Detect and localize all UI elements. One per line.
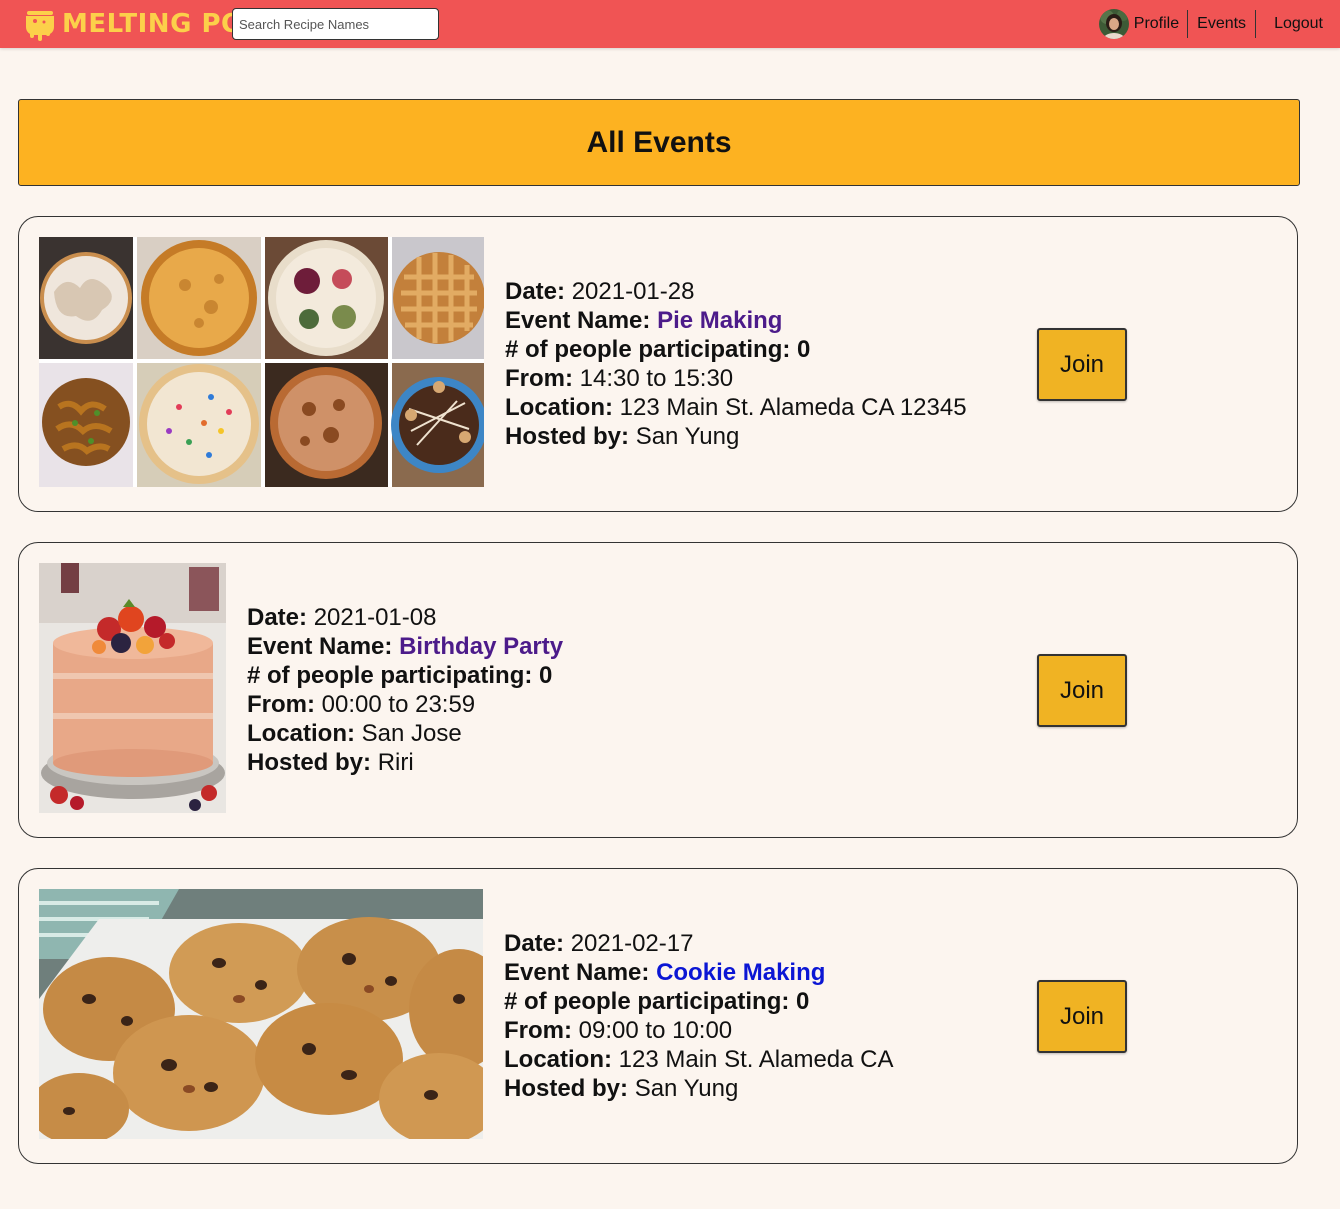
event-host: San Yung [634, 1075, 739, 1102]
event-start-time: 09:00 [578, 1017, 639, 1044]
event-details: Date: 2021-01-08 Event Name: Birthday Pa… [247, 543, 563, 837]
event-name-label: Event Name: [505, 307, 651, 334]
page-title-banner: All Events [18, 99, 1300, 186]
event-date-row: Date: 2021-01-08 [247, 603, 563, 632]
join-button[interactable]: Join [1037, 328, 1127, 401]
brand-logo[interactable]: MELTING POT [24, 6, 262, 42]
event-participants-label: # of people participating: [504, 988, 790, 1015]
event-card: Date: 2021-01-08 Event Name: Birthday Pa… [18, 542, 1298, 838]
event-name-label: Event Name: [504, 959, 650, 986]
event-location: 123 Main St. Alameda CA 12345 [619, 394, 967, 421]
event-location-label: Location: [247, 720, 355, 747]
event-participants-row: # of people participating: 0 [247, 661, 563, 690]
event-date-label: Date: [247, 604, 308, 631]
event-date: 2021-01-08 [313, 604, 437, 631]
event-host-label: Hosted by: [247, 749, 372, 776]
top-navbar: MELTING POT Profile Events Logout [0, 0, 1340, 48]
melting-pot-icon [26, 11, 54, 41]
event-participants-count: 0 [539, 662, 553, 689]
join-button[interactable]: Join [1037, 980, 1127, 1053]
event-participants-row: # of people participating: 0 [504, 987, 894, 1016]
event-time-to-label: to [388, 691, 409, 718]
event-date: 2021-02-17 [570, 930, 694, 957]
event-image-fruit-cake [39, 563, 226, 813]
search-input[interactable] [232, 8, 439, 40]
nav-events-link[interactable]: Events [1188, 15, 1255, 33]
event-name-row: Event Name: Birthday Party [247, 632, 563, 661]
event-time-row: From: 14:30 to 15:30 [505, 364, 967, 393]
event-time-label: From: [247, 691, 315, 718]
event-end-time: 10:00 [672, 1017, 733, 1044]
event-participants-count: 0 [797, 336, 811, 363]
event-date-row: Date: 2021-02-17 [504, 929, 894, 958]
event-date-label: Date: [505, 278, 566, 305]
nav-profile-link[interactable]: Profile [1098, 9, 1187, 39]
event-name-row: Event Name: Pie Making [505, 306, 967, 335]
event-participants-count: 0 [796, 988, 810, 1015]
event-end-time: 15:30 [673, 365, 734, 392]
event-location-label: Location: [504, 1046, 612, 1073]
event-start-time: 14:30 [579, 365, 640, 392]
event-name-label: Event Name: [247, 633, 393, 660]
event-participants-row: # of people participating: 0 [505, 335, 967, 364]
event-location-row: Location: 123 Main St. Alameda CA 12345 [505, 393, 967, 422]
nav-menu: Profile Events Logout [1098, 0, 1340, 48]
event-date-label: Date: [504, 930, 565, 957]
event-details: Date: 2021-01-28 Event Name: Pie Making … [505, 217, 967, 511]
event-name-row: Event Name: Cookie Making [504, 958, 894, 987]
event-location: 123 Main St. Alameda CA [618, 1046, 894, 1073]
event-image-chocolate-chip-cookies [39, 889, 483, 1139]
event-start-time: 00:00 [321, 691, 382, 718]
event-image-pie-collage [39, 237, 484, 487]
event-name-link[interactable]: Cookie Making [656, 959, 825, 986]
nav-profile-label: Profile [1133, 15, 1180, 32]
event-location: San Jose [361, 720, 462, 747]
event-card: Date: 2021-01-28 Event Name: Pie Making … [18, 216, 1298, 512]
event-location-row: Location: San Jose [247, 719, 563, 748]
event-host-row: Hosted by: San Yung [504, 1074, 894, 1103]
avatar [1098, 9, 1129, 39]
event-host-row: Hosted by: San Yung [505, 422, 967, 451]
event-time-row: From: 00:00 to 23:59 [247, 690, 563, 719]
event-date: 2021-01-28 [571, 278, 695, 305]
event-date-row: Date: 2021-01-28 [505, 277, 967, 306]
event-participants-label: # of people participating: [247, 662, 533, 689]
event-time-label: From: [505, 365, 573, 392]
event-host-label: Hosted by: [505, 423, 630, 450]
event-host: San Yung [635, 423, 740, 450]
event-host: Riri [377, 749, 414, 776]
event-time-to-label: to [645, 1017, 666, 1044]
event-time-label: From: [504, 1017, 572, 1044]
event-name-link[interactable]: Birthday Party [399, 633, 563, 660]
event-name-link[interactable]: Pie Making [657, 307, 782, 334]
join-button[interactable]: Join [1037, 654, 1127, 727]
event-participants-label: # of people participating: [505, 336, 791, 363]
event-time-row: From: 09:00 to 10:00 [504, 1016, 894, 1045]
event-end-time: 23:59 [415, 691, 476, 718]
event-location-label: Location: [505, 394, 613, 421]
event-card: Date: 2021-02-17 Event Name: Cookie Maki… [18, 868, 1298, 1164]
event-host-row: Hosted by: Riri [247, 748, 563, 777]
event-details: Date: 2021-02-17 Event Name: Cookie Maki… [504, 869, 894, 1163]
nav-logout-link[interactable]: Logout [1256, 15, 1340, 33]
event-time-to-label: to [646, 365, 667, 392]
event-location-row: Location: 123 Main St. Alameda CA [504, 1045, 894, 1074]
event-host-label: Hosted by: [504, 1075, 629, 1102]
page-title: All Events [586, 125, 732, 159]
